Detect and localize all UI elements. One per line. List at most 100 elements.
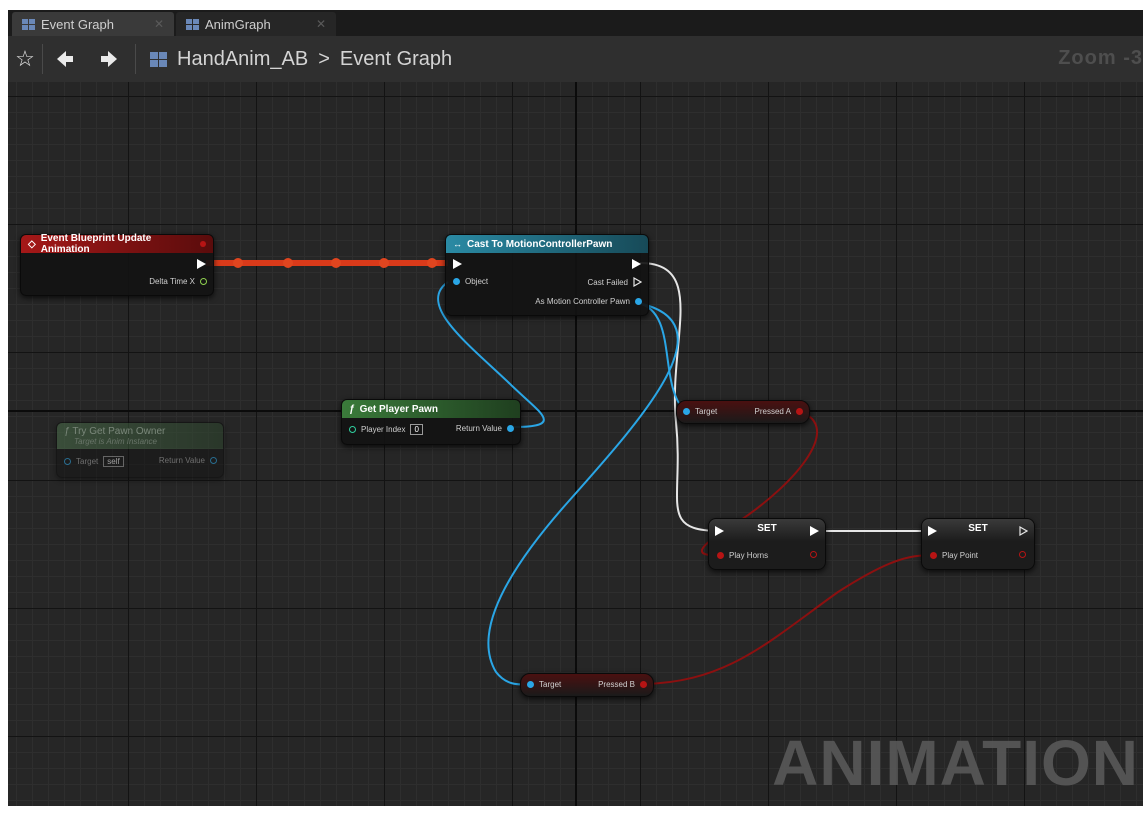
object-wire-cast-to-pressed-b <box>487 302 679 686</box>
tab-event-graph[interactable]: Event Graph ✕ <box>12 12 174 36</box>
player-index-pin[interactable]: Player Index 0 <box>349 424 423 435</box>
object-pin-icon <box>507 425 514 432</box>
bool-pin-icon <box>1019 551 1026 558</box>
set-play-point-exec-out[interactable] <box>1019 526 1028 536</box>
cast-failed-label: Cast Failed <box>587 277 628 287</box>
close-icon[interactable]: ✕ <box>316 17 326 31</box>
play-horns-in-pin[interactable]: Play Horns <box>717 551 768 560</box>
cast-failed-pin[interactable]: Cast Failed <box>588 277 642 287</box>
event-diamond-icon: ◇ <box>28 238 36 250</box>
cast-node-header: ↔ Cast To MotionControllerPawn <box>446 235 648 253</box>
delegate-pin-icon[interactable] <box>200 241 206 247</box>
pressed-a-target-pin[interactable]: Target <box>683 407 717 416</box>
set-play-point-node[interactable]: SET Play Point <box>921 518 1035 570</box>
event-node-header: ◇ Event Blueprint Update Animation <box>21 233 213 255</box>
object-pin-icon <box>453 278 460 285</box>
get-pressed-a-node[interactable]: Target Pressed A <box>676 400 810 424</box>
animation-watermark: ANIMATION <box>772 727 1139 799</box>
try-get-pawn-owner-return-pin[interactable]: Return Value <box>159 456 217 465</box>
blueprint-icon <box>150 51 167 67</box>
object-pin-icon <box>64 458 71 465</box>
exec-out-pin[interactable] <box>197 259 206 269</box>
event-graph-icon <box>22 18 35 30</box>
anim-graph-icon <box>186 18 199 30</box>
exec-pin-icon <box>632 259 641 269</box>
delta-time-pin[interactable]: Delta Time X <box>149 277 207 286</box>
exec-pin-icon <box>810 526 819 536</box>
try-get-pawn-owner-title: Try Get Pawn Owner <box>72 426 166 437</box>
cast-as-pawn-label: As Motion Controller Pawn <box>535 297 630 306</box>
exec-pin-icon <box>197 259 206 269</box>
try-get-pawn-owner-target-pin[interactable]: Target self <box>64 456 124 467</box>
player-index-input[interactable]: 0 <box>410 424 423 435</box>
cast-node-title: Cast To MotionControllerPawn <box>467 238 613 250</box>
pressed-b-target-label: Target <box>539 680 562 689</box>
get-player-pawn-node[interactable]: ƒ Get Player Pawn Player Index 0 Return … <box>341 399 521 445</box>
bool-pin-icon <box>810 551 817 558</box>
breadcrumb: HandAnim_AB > Event Graph <box>150 45 452 73</box>
target-self-input[interactable]: self <box>103 456 124 467</box>
forward-arrow-icon[interactable] <box>96 45 122 73</box>
favorite-star-icon[interactable]: ☆ <box>12 45 38 73</box>
pressed-b-value-pin[interactable]: Pressed B <box>598 680 647 689</box>
close-icon[interactable]: ✕ <box>154 17 164 31</box>
cast-object-label: Object <box>465 277 489 286</box>
get-player-pawn-return-pin[interactable]: Return Value <box>456 424 514 433</box>
toolbar-divider <box>135 44 136 74</box>
graph-toolbar: ☆ HandAnim_AB > Event Graph Zoom -3 <box>8 36 1143 83</box>
exec-pin-icon <box>928 526 937 536</box>
target-label: Target <box>76 457 99 466</box>
get-pressed-b-node[interactable]: Target Pressed B <box>520 673 654 697</box>
try-get-pawn-owner-header: ƒ Try Get Pawn Owner Target is Anim Inst… <box>57 423 223 449</box>
zoom-level: Zoom -3 <box>1058 47 1143 69</box>
pressed-b-label: Pressed B <box>598 680 635 689</box>
event-update-animation-node[interactable]: ◇ Event Blueprint Update Animation Delta… <box>20 233 214 296</box>
exec-pin-icon <box>715 526 724 536</box>
graph-canvas[interactable]: ◇ Event Blueprint Update Animation Delta… <box>8 82 1143 806</box>
breadcrumb-graph[interactable]: Event Graph <box>340 48 452 71</box>
try-get-pawn-owner-node[interactable]: ƒ Try Get Pawn Owner Target is Anim Inst… <box>56 422 224 478</box>
get-player-pawn-title: Get Player Pawn <box>359 403 438 415</box>
set-play-horns-exec-in[interactable] <box>715 526 724 536</box>
pressed-a-value-pin[interactable]: Pressed A <box>755 407 803 416</box>
bool-pin-icon <box>796 408 803 415</box>
bool-pin-icon <box>930 552 937 559</box>
cast-arrows-icon: ↔ <box>453 239 462 249</box>
object-pin-icon <box>683 408 690 415</box>
get-player-pawn-header: ƒ Get Player Pawn <box>342 400 520 418</box>
tab-anim-graph-label: AnimGraph <box>205 16 271 32</box>
pressed-b-target-pin[interactable]: Target <box>527 680 561 689</box>
cast-object-pin[interactable]: Object <box>453 277 488 286</box>
try-get-pawn-owner-title-row: ƒ Try Get Pawn Owner <box>64 426 165 437</box>
function-icon: ƒ <box>349 403 355 415</box>
cast-to-motion-controller-pawn-node[interactable]: ↔ Cast To MotionControllerPawn Object Ca… <box>445 234 649 316</box>
cast-exec-out-pin[interactable] <box>632 259 641 269</box>
tab-event-graph-label: Event Graph <box>41 16 114 32</box>
play-horns-out-pin[interactable] <box>810 551 817 558</box>
play-point-out-pin[interactable] <box>1019 551 1026 558</box>
event-node-title: Event Blueprint Update Animation <box>40 233 152 255</box>
return-value-label: Return Value <box>158 456 205 465</box>
return-value-label: Return Value <box>455 424 502 433</box>
set-play-horns-title: SET <box>757 523 777 534</box>
set-play-horns-node[interactable]: SET Play Horns <box>708 518 826 570</box>
cast-as-pawn-pin[interactable]: As Motion Controller Pawn <box>535 297 642 306</box>
cast-exec-in-pin[interactable] <box>453 259 462 269</box>
try-get-pawn-owner-subtitle: Target is Anim Instance <box>74 437 158 446</box>
object-pin-icon <box>635 298 642 305</box>
set-play-horns-exec-out[interactable] <box>810 526 819 536</box>
breadcrumb-asset[interactable]: HandAnim_AB <box>177 48 308 71</box>
bool-pin-icon <box>640 681 647 688</box>
exec-pin-icon <box>453 259 462 269</box>
back-arrow-icon[interactable] <box>52 45 78 73</box>
set-play-point-title: SET <box>968 523 988 534</box>
object-pin-icon <box>527 681 534 688</box>
exec-wire-cast-to-set-horns <box>639 262 719 532</box>
play-point-in-pin[interactable]: Play Point <box>930 551 978 560</box>
toolbar-divider <box>42 44 43 74</box>
player-index-label: Player Index <box>361 425 406 434</box>
tab-anim-graph[interactable]: AnimGraph ✕ <box>176 12 336 36</box>
object-pin-icon <box>210 457 217 464</box>
set-play-point-exec-in[interactable] <box>928 526 937 536</box>
pressed-a-label: Pressed A <box>754 407 791 416</box>
